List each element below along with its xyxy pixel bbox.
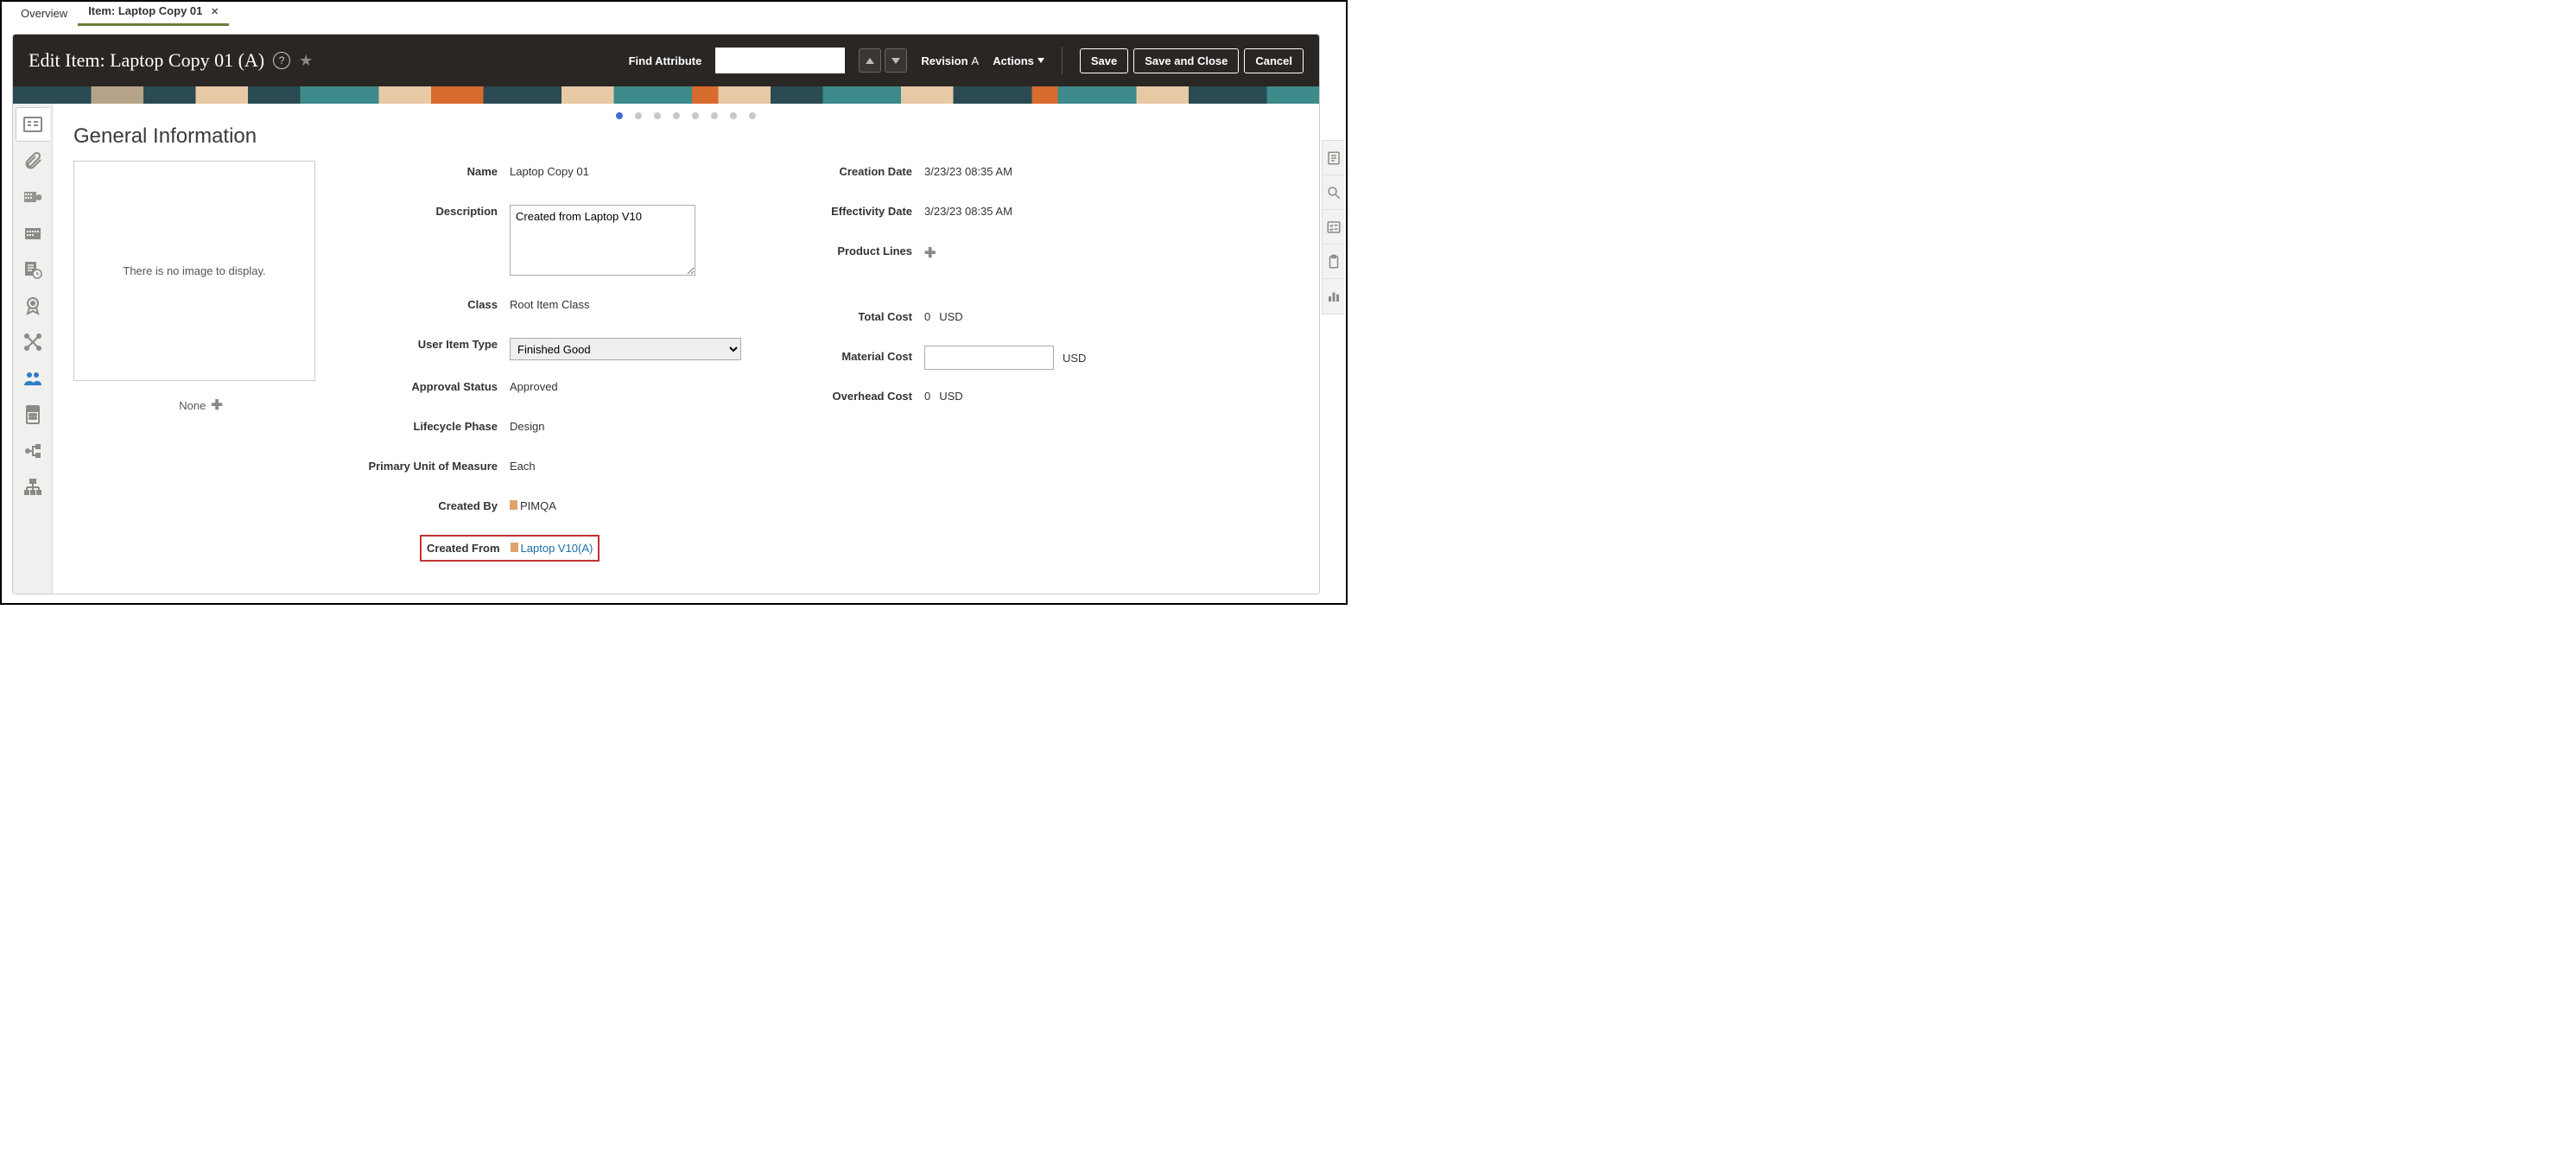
approval-status-label: Approval Status (337, 376, 510, 393)
chevron-down-icon (891, 58, 900, 64)
tab-overview-label: Overview (21, 7, 67, 20)
page-indicator-dots (73, 107, 1298, 121)
name-label: Name (337, 161, 510, 178)
favorite-star-icon[interactable]: ★ (299, 52, 313, 70)
name-value: Laptop Copy 01 (510, 161, 743, 178)
overhead-cost-value: 0 (924, 390, 930, 403)
find-attribute-input[interactable] (715, 48, 845, 73)
person-flag-icon (510, 500, 517, 510)
page-dot[interactable] (692, 112, 699, 119)
drawer-search-icon[interactable] (1323, 175, 1345, 210)
section-title: General Information (73, 124, 1298, 149)
class-label: Class (337, 294, 510, 311)
page-dot[interactable] (616, 112, 623, 119)
effectivity-date-value: 3/23/23 08:35 AM (924, 200, 1114, 218)
class-value: Root Item Class (510, 294, 743, 311)
page-header: Edit Item: Laptop Copy 01 (A) ? ★ Find A… (13, 35, 1319, 86)
cancel-button[interactable]: Cancel (1244, 48, 1304, 73)
find-attribute-prev-button[interactable] (859, 48, 881, 73)
left-icon-rail (13, 104, 53, 594)
rail-general-info-icon[interactable] (16, 107, 50, 142)
rail-quality-ribbon-icon[interactable] (16, 289, 50, 323)
created-by-value: PIMQA (520, 499, 556, 512)
find-attribute-label: Find Attribute (629, 54, 702, 67)
help-icon[interactable]: ? (273, 52, 290, 69)
material-cost-input[interactable] (924, 346, 1054, 370)
right-drawer-rail (1322, 140, 1344, 314)
created-by-label: Created By (337, 495, 510, 512)
created-from-highlight-box: Created From Laptop V10(A) (420, 535, 600, 562)
decorative-banner (13, 86, 1319, 104)
creation-date-value: 3/23/23 08:35 AM (924, 161, 1114, 178)
save-button[interactable]: Save (1080, 48, 1128, 73)
page-dot[interactable] (749, 112, 756, 119)
rail-document-clock-icon[interactable] (16, 252, 50, 287)
rail-relationships-icon[interactable] (16, 325, 50, 359)
save-and-close-button[interactable]: Save and Close (1133, 48, 1239, 73)
divider (1062, 47, 1063, 74)
tab-item-close-icon[interactable]: ✕ (211, 7, 219, 17)
drawer-clipboard-icon[interactable] (1323, 245, 1345, 279)
tab-item-label: Item: Laptop Copy 01 (88, 4, 202, 17)
user-item-type-select[interactable]: Finished Good (510, 338, 741, 360)
created-from-label: Created From (427, 542, 511, 555)
rail-building-icon[interactable] (16, 216, 50, 251)
effectivity-date-label: Effectivity Date (752, 200, 924, 218)
actions-menu-label: Actions (993, 54, 1034, 67)
chevron-up-icon (866, 58, 874, 64)
rail-calculator-icon[interactable] (16, 397, 50, 432)
drawer-checklist-icon[interactable] (1323, 210, 1345, 245)
approval-status-value: Approved (510, 376, 743, 393)
add-image-icon[interactable]: ✚ (211, 397, 222, 414)
lifecycle-phase-value: Design (510, 416, 743, 433)
chevron-down-icon (1037, 58, 1044, 63)
rail-people-icon[interactable] (16, 361, 50, 396)
item-image-placeholder: There is no image to display. (73, 161, 315, 381)
rail-structure-tree-icon[interactable] (16, 434, 50, 468)
created-from-link[interactable]: Laptop V10(A) (521, 542, 593, 555)
person-flag-icon (511, 543, 518, 552)
drawer-details-icon[interactable] (1323, 141, 1345, 175)
user-item-type-label: User Item Type (337, 333, 510, 351)
image-none-label: None (179, 399, 206, 412)
description-label: Description (337, 200, 510, 218)
find-attribute-next-button[interactable] (885, 48, 907, 73)
material-cost-label: Material Cost (752, 346, 924, 363)
revision-label: Revision (921, 54, 968, 67)
total-cost-value: 0 (924, 310, 930, 323)
page-dot[interactable] (711, 112, 718, 119)
page-dot[interactable] (730, 112, 737, 119)
rail-building-cube-icon[interactable] (16, 180, 50, 214)
rail-attachments-icon[interactable] (16, 143, 50, 178)
primary-uom-label: Primary Unit of Measure (337, 455, 510, 473)
add-product-line-icon[interactable]: ✚ (924, 246, 936, 261)
page-dot[interactable] (635, 112, 642, 119)
material-cost-unit: USD (1063, 352, 1086, 365)
tab-overview[interactable]: Overview (10, 3, 78, 26)
actions-menu[interactable]: Actions (993, 54, 1044, 67)
total-cost-unit: USD (939, 310, 962, 323)
rail-hierarchy-icon[interactable] (16, 470, 50, 505)
page-dot[interactable] (673, 112, 680, 119)
primary-uom-value: Each (510, 455, 743, 473)
lifecycle-phase-label: Lifecycle Phase (337, 416, 510, 433)
overhead-cost-label: Overhead Cost (752, 385, 924, 403)
content-panel: Edit Item: Laptop Copy 01 (A) ? ★ Find A… (12, 34, 1320, 594)
total-cost-label: Total Cost (752, 306, 924, 323)
tab-item[interactable]: Item: Laptop Copy 01 ✕ (78, 0, 229, 26)
page-dot[interactable] (654, 112, 661, 119)
product-lines-label: Product Lines (752, 240, 924, 257)
image-placeholder-text: There is no image to display. (123, 264, 265, 277)
drawer-chart-icon[interactable] (1323, 279, 1345, 314)
revision-value: A (972, 54, 980, 67)
creation-date-label: Creation Date (752, 161, 924, 178)
overhead-cost-unit: USD (939, 390, 962, 403)
description-textarea[interactable]: Created from Laptop V10 (510, 205, 695, 276)
page-title: Edit Item: Laptop Copy 01 (A) (29, 49, 264, 72)
